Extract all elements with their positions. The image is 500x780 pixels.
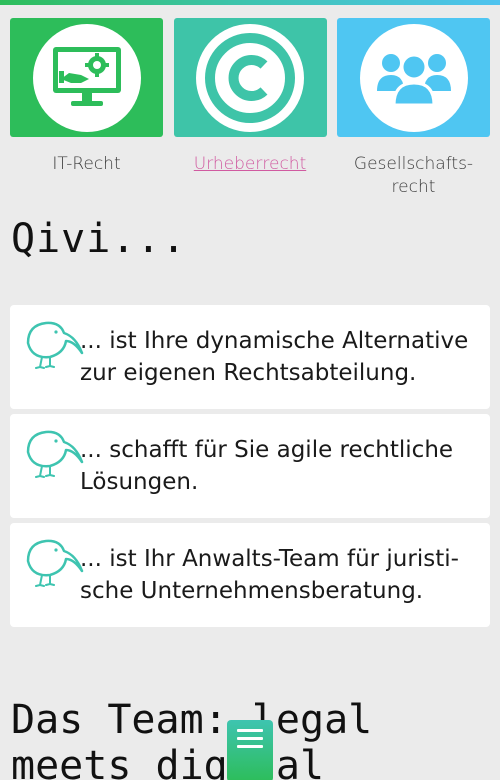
copyright-icon	[196, 23, 304, 132]
tile-gesellschaftsrecht-label-line1: Gesellschafts-	[353, 154, 474, 174]
law-areas-grid: IT-Recht Urheberrecht Gesellschafts- rec…	[10, 18, 490, 199]
list-item-text: ... ist Ihr Anwalts-Team für juristi-sch…	[80, 546, 459, 604]
list-item: ... ist Ihr Anwalts-Team für juristi-sch…	[10, 523, 490, 627]
kiwi-bird-icon	[26, 539, 84, 587]
list-item: ... ist Ihre dynamische Alternative zur …	[10, 305, 490, 409]
tile-it-recht-label[interactable]: IT-Recht	[52, 153, 120, 176]
tile-urheberrecht[interactable]: Urheberrecht	[173, 18, 327, 199]
list-item: ... schafft für Sie agile rechtliche Lös…	[10, 414, 490, 518]
tile-urheberrecht-box[interactable]	[173, 18, 327, 137]
menu-button[interactable]	[227, 720, 273, 780]
list-item-text: ... schafft für Sie agile rechtliche Lös…	[80, 437, 454, 495]
kiwi-bird-icon	[26, 321, 84, 369]
kiwi-bird-icon	[26, 430, 84, 478]
tile-gesellschaftsrecht-label-line2: recht	[391, 177, 436, 197]
qivi-heading: Qivi...	[11, 216, 187, 262]
list-item-text: ... ist Ihre dynamische Alternative zur …	[80, 328, 469, 386]
tile-it-recht-box[interactable]	[10, 18, 163, 137]
people-group-icon	[359, 23, 468, 132]
hamburger-menu-icon	[237, 729, 263, 753]
tile-gesellschaftsrecht[interactable]: Gesellschafts- recht	[337, 18, 490, 199]
computer-gear-icon	[32, 23, 141, 132]
tile-gesellschaftsrecht-label[interactable]: Gesellschafts- recht	[354, 153, 473, 199]
tile-it-recht[interactable]: IT-Recht	[10, 18, 163, 199]
qivi-list: ... ist Ihre dynamische Alternative zur …	[10, 305, 490, 632]
tile-urheberrecht-label[interactable]: Urheberrecht	[194, 153, 306, 176]
top-accent-bar	[0, 0, 500, 5]
tile-gesellschaftsrecht-box[interactable]	[337, 18, 490, 137]
